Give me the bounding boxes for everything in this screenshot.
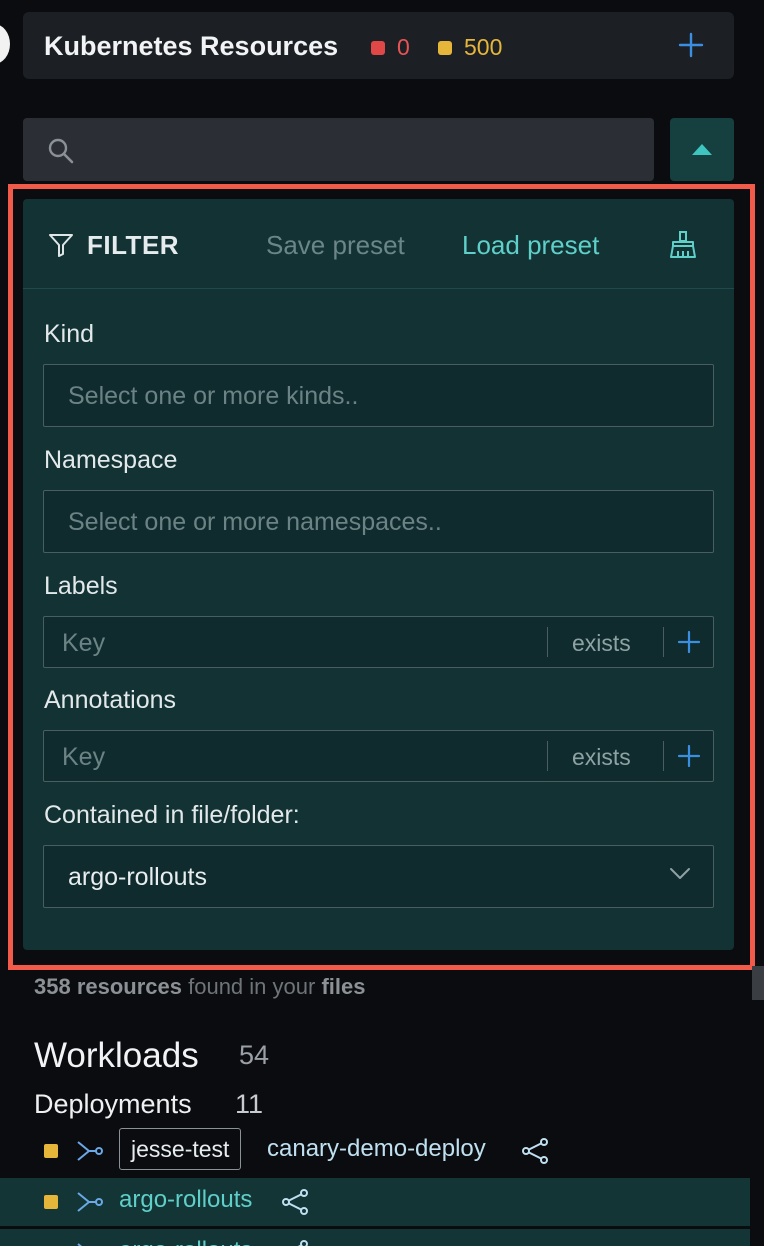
git-fork-icon [77, 1141, 103, 1161]
search-input[interactable] [23, 118, 654, 181]
share-graph-icon[interactable] [521, 1138, 549, 1164]
warning-count: 500 [464, 34, 503, 60]
workloads-count: 54 [239, 1040, 270, 1070]
error-square-icon [371, 40, 385, 55]
workloads-title[interactable]: Workloads [34, 1036, 199, 1076]
resource-row[interactable]: argo-rollouts [0, 1229, 750, 1246]
warning-square-icon [44, 1144, 58, 1158]
resources-header: Kubernetes Resources 0 500 [23, 12, 734, 79]
caret-up-icon [692, 144, 712, 155]
page-title: Kubernetes Resources [44, 31, 339, 61]
git-fork-icon [77, 1192, 103, 1212]
error-count: 0 [397, 34, 410, 60]
resource-name[interactable]: argo-rollouts [119, 1237, 252, 1246]
collapse-filter-button[interactable] [670, 118, 734, 181]
error-badge[interactable]: 0 [371, 34, 410, 61]
warning-square-icon [438, 40, 452, 55]
highlight-box [8, 184, 755, 970]
share-graph-icon[interactable] [281, 1189, 309, 1215]
resource-row[interactable]: jesse-test canary-demo-deploy [0, 1127, 750, 1175]
add-resource-button[interactable] [678, 32, 704, 58]
resource-name[interactable]: argo-rollouts [119, 1186, 252, 1214]
warning-square-icon [44, 1195, 58, 1209]
resource-name[interactable]: canary-demo-deploy [267, 1135, 486, 1163]
scrollbar-thumb[interactable] [752, 966, 764, 1000]
search-icon [48, 138, 74, 164]
git-fork-icon [77, 1243, 83, 1246]
left-edge-avatar[interactable] [0, 24, 10, 64]
warning-badge[interactable]: 500 [438, 34, 502, 61]
namespace-tag: jesse-test [119, 1128, 242, 1170]
share-graph-icon[interactable] [281, 1240, 309, 1246]
deployments-count: 11 [235, 1089, 264, 1119]
resource-row[interactable]: argo-rollouts [0, 1178, 750, 1226]
resources-summary: 358 resources found in your files [34, 974, 366, 999]
deployments-title[interactable]: Deployments [34, 1089, 192, 1120]
